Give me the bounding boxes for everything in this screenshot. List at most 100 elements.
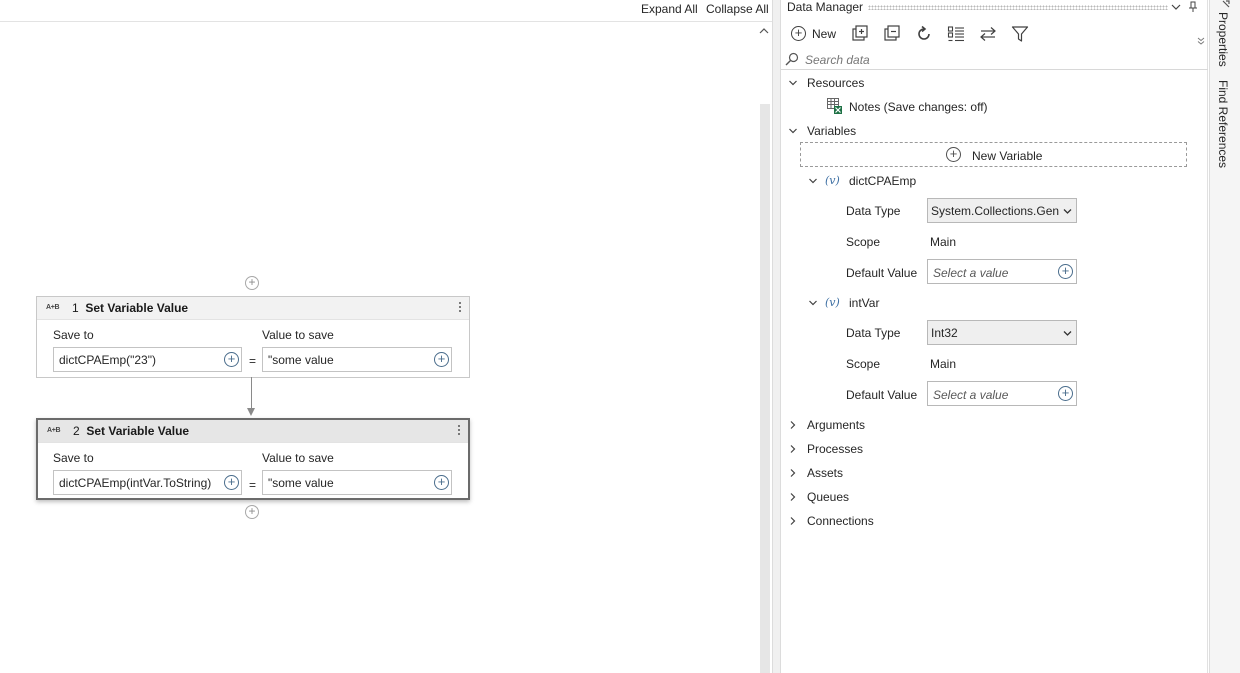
chevron-down-icon[interactable] <box>788 126 798 136</box>
tree-section-assets[interactable]: Assets <box>781 463 1208 483</box>
collapse-all-link[interactable]: Collapse All <box>706 2 769 16</box>
filter-icon[interactable] <box>1011 25 1029 43</box>
variable-item-intvar[interactable]: (v) intVar <box>781 293 1208 313</box>
chevron-right-icon[interactable] <box>788 444 798 454</box>
equals-sign: = <box>249 478 257 492</box>
panel-splitter[interactable] <box>772 0 781 673</box>
chevron-right-icon[interactable] <box>788 420 798 430</box>
variable-icon: (v) <box>825 296 840 309</box>
pin-icon[interactable] <box>1188 1 1198 13</box>
more-options-icon[interactable] <box>457 300 463 316</box>
tree-section-variables[interactable]: Variables <box>781 121 1208 141</box>
default-value-input[interactable]: Select a value + <box>927 381 1077 406</box>
data-type-select[interactable]: Int32 <box>927 320 1077 345</box>
default-value-label: Default Value <box>846 388 918 402</box>
plus-circle-icon: + <box>791 26 806 41</box>
plus-icon[interactable]: + <box>224 352 239 367</box>
excel-file-icon <box>827 98 842 114</box>
value-to-save-value: "some value <box>268 476 334 490</box>
default-value-placeholder: Select a value <box>933 266 1009 280</box>
add-activity-icon[interactable]: + <box>245 276 259 290</box>
plus-icon[interactable]: + <box>224 475 239 490</box>
plus-icon[interactable]: + <box>1058 264 1073 279</box>
chevron-down-icon[interactable] <box>788 78 798 88</box>
collapse-all-icon[interactable] <box>882 25 900 43</box>
value-to-save-field[interactable]: "some value + <box>262 347 452 372</box>
new-variable-label: New Variable <box>972 149 1043 163</box>
assign-icon: A+B <box>47 427 61 434</box>
search-input[interactable] <box>805 52 1195 68</box>
expand-all-icon[interactable] <box>850 25 868 43</box>
chevron-right-icon[interactable] <box>788 516 798 526</box>
list-view-icon[interactable] <box>947 25 965 43</box>
panel-titlebar: Data Manager <box>781 0 1208 16</box>
variable-name: dictCPAEmp <box>849 174 917 188</box>
data-type-label: Data Type <box>846 326 901 340</box>
section-label: Processes <box>807 442 864 456</box>
data-type-value: Int32 <box>931 326 958 340</box>
variable-item-dictcpaemp[interactable]: (v) dictCPAEmp <box>781 171 1208 191</box>
default-value-placeholder: Select a value <box>933 388 1009 402</box>
value-to-save-field[interactable]: "some value + <box>262 470 452 495</box>
sort-swap-icon[interactable] <box>979 25 997 43</box>
scope-value: Main <box>930 235 957 249</box>
chevron-down-icon[interactable] <box>808 176 818 186</box>
resource-item-notes[interactable]: Notes (Save changes: off) <box>781 97 1208 117</box>
save-to-value: dictCPAEmp(intVar.ToString) <box>59 476 212 490</box>
default-value-input[interactable]: Select a value + <box>927 259 1077 284</box>
search-bar <box>781 50 1208 70</box>
plus-icon[interactable]: + <box>434 475 449 490</box>
chevron-down-icon <box>1063 209 1072 214</box>
expand-all-link[interactable]: Expand All <box>641 2 698 16</box>
connector-arrow-icon <box>247 408 255 416</box>
chevron-double-down-icon[interactable] <box>1197 37 1205 45</box>
section-label: Queues <box>807 490 850 504</box>
default-value-label: Default Value <box>846 266 918 280</box>
add-activity-icon[interactable]: + <box>245 505 259 519</box>
canvas-scrollbar[interactable] <box>760 104 770 673</box>
chevron-up-icon[interactable] <box>758 25 770 37</box>
data-manager-toolbar: + New <box>781 22 1208 48</box>
value-to-save-label: Value to save <box>262 328 334 342</box>
chevron-right-icon[interactable] <box>788 468 798 478</box>
activity-header[interactable]: A+B 1 Set Variable Value <box>37 297 469 320</box>
plus-icon[interactable]: + <box>1058 386 1073 401</box>
more-options-icon[interactable] <box>456 423 462 439</box>
refresh-icon[interactable] <box>915 25 933 43</box>
scope-label: Scope <box>846 235 881 249</box>
activity-title: 2 Set Variable Value <box>73 424 190 438</box>
tree-section-arguments[interactable]: Arguments <box>781 415 1208 435</box>
chevron-down-icon[interactable] <box>808 298 818 308</box>
plus-circle-icon: + <box>946 147 961 162</box>
scope-value: Main <box>930 357 957 371</box>
right-side-rail: Properties Find References <box>1209 0 1240 673</box>
designer-canvas: Expand All Collapse All + A+B 1 Set Vari… <box>0 0 772 673</box>
save-to-field[interactable]: dictCPAEmp(intVar.ToString) + <box>53 470 242 495</box>
save-to-field[interactable]: dictCPAEmp("23") + <box>53 347 242 372</box>
activity-set-variable-value-1[interactable]: A+B 1 Set Variable Value Save to Value t… <box>36 296 470 378</box>
variable-icon: (v) <box>825 174 840 187</box>
chevron-down-icon[interactable] <box>1171 2 1181 12</box>
drag-grip[interactable] <box>868 5 1168 10</box>
data-type-select[interactable]: System.Collections.Generic <box>927 198 1077 223</box>
save-to-label: Save to <box>53 451 94 465</box>
data-manager-panel: Data Manager + New Search data Resources… <box>781 0 1208 673</box>
tab-find-references[interactable]: Find References <box>1216 80 1230 168</box>
tab-properties[interactable]: Properties <box>1216 12 1230 67</box>
resources-label: Resources <box>807 76 865 90</box>
pin-icon[interactable] <box>1221 0 1231 9</box>
panel-title: Data Manager <box>787 0 864 14</box>
section-label: Assets <box>807 466 844 480</box>
tree-section-processes[interactable]: Processes <box>781 439 1208 459</box>
connector-line <box>251 377 252 409</box>
new-variable-button[interactable]: + New Variable <box>800 142 1187 167</box>
tree-section-resources[interactable]: Resources <box>781 73 1208 93</box>
section-label: Arguments <box>807 418 866 432</box>
tree-section-connections[interactable]: Connections <box>781 511 1208 531</box>
plus-icon[interactable]: + <box>434 352 449 367</box>
new-button-label: New <box>812 27 837 41</box>
activity-header[interactable]: A+B 2 Set Variable Value <box>38 420 468 443</box>
tree-section-queues[interactable]: Queues <box>781 487 1208 507</box>
chevron-right-icon[interactable] <box>788 492 798 502</box>
activity-set-variable-value-2[interactable]: A+B 2 Set Variable Value Save to Value t… <box>36 418 470 500</box>
